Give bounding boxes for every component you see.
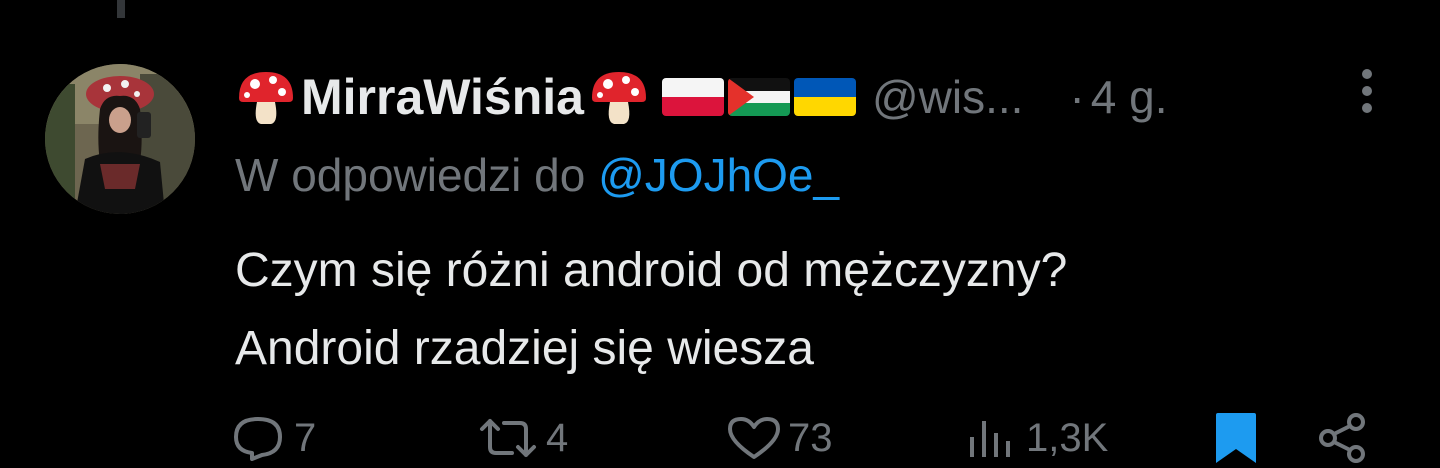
user-handle[interactable]: @wis...	[872, 70, 1023, 124]
reply-mention-link[interactable]: @JOJhOe_	[598, 149, 839, 201]
share-icon	[1316, 412, 1368, 464]
tweet-text: Czym się różni android od mężczyzny? And…	[235, 232, 1067, 388]
poland-flag-icon	[661, 78, 724, 116]
tweet-header: MirraWiśnia @wis... · 4 g.	[235, 62, 1380, 132]
mushroom-icon	[235, 66, 297, 128]
share-button[interactable]	[1316, 408, 1368, 468]
mushroom-icon	[588, 66, 650, 128]
bookmark-button[interactable]	[1214, 408, 1258, 468]
separator-dot: ·	[1069, 71, 1085, 123]
display-name[interactable]: MirraWiśnia	[301, 68, 584, 126]
like-count: 73	[788, 415, 833, 460]
avatar[interactable]	[45, 64, 195, 214]
heart-icon	[726, 415, 782, 461]
timestamp[interactable]: 4 g.	[1091, 70, 1168, 124]
repost-count: 4	[546, 415, 569, 460]
views-count: 1,3K	[1026, 415, 1109, 460]
repost-icon	[476, 415, 540, 461]
views-button[interactable]: 1,3K	[966, 408, 1108, 468]
reply-prefix: W odpowiedzi do	[235, 149, 586, 201]
reply-button[interactable]: 7	[232, 408, 316, 468]
repost-button[interactable]: 4	[476, 408, 568, 468]
reply-count: 7	[294, 415, 317, 460]
ukraine-flag-icon	[793, 78, 856, 116]
reply-context: W odpowiedzi do @JOJhOe_	[235, 148, 839, 202]
like-button[interactable]: 73	[726, 408, 833, 468]
palestine-flag-icon	[727, 78, 790, 116]
views-chart-icon	[966, 415, 1020, 461]
bookmark-icon	[1214, 411, 1258, 465]
tweet-text-line: Czym się różni android od mężczyzny?	[235, 244, 1068, 297]
more-options-icon[interactable]	[1352, 66, 1382, 116]
tweet-text-line: Android rzadziej się wiesza	[235, 322, 814, 375]
reply-icon	[232, 415, 288, 461]
action-bar: 7 4 73 1,3K	[0, 408, 1440, 468]
thread-connector-line	[117, 0, 125, 18]
